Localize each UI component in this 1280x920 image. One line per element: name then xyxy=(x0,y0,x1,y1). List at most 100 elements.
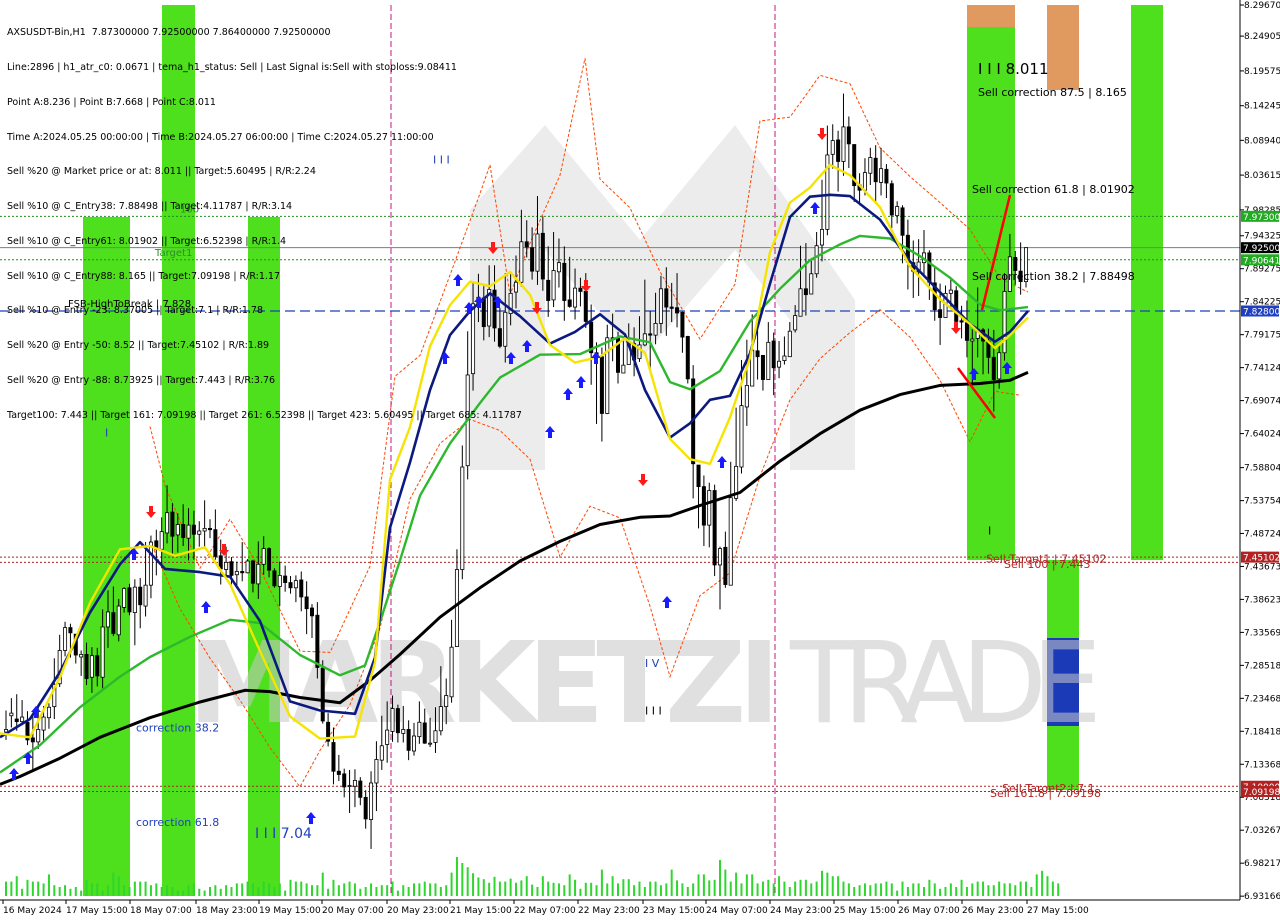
candle-body xyxy=(379,745,384,761)
candle-body xyxy=(267,548,272,571)
volume-bar xyxy=(15,876,18,896)
candle-body xyxy=(578,287,583,292)
candle-body xyxy=(658,288,663,324)
candle-body xyxy=(175,524,180,536)
time-tick-label: 27 May 15:00 xyxy=(1027,906,1089,916)
volume-bar xyxy=(880,883,883,896)
price-tick-label: 7.38623 xyxy=(1244,595,1280,605)
candle-body xyxy=(755,350,760,358)
candle-body xyxy=(787,330,792,358)
candle-body xyxy=(991,356,996,380)
candle-body xyxy=(777,360,782,368)
volume-bar xyxy=(692,883,695,896)
info-line: Point A:8.236 | Point B:7.668 | Point C:… xyxy=(7,96,216,108)
volume-bar xyxy=(515,882,517,896)
time-tick-label: 26 May 23:00 xyxy=(962,906,1024,916)
candle-body xyxy=(846,126,851,145)
candle-body xyxy=(954,290,959,322)
volume-bar xyxy=(772,883,775,896)
price-tick-label: 8.03615 xyxy=(1244,171,1280,181)
candle-body xyxy=(803,288,808,296)
volume-bar xyxy=(525,876,528,896)
candle-body xyxy=(9,712,14,717)
volume-bar xyxy=(778,876,781,896)
price-tick-label: 7.18418 xyxy=(1244,727,1280,737)
volume-bar xyxy=(284,890,287,896)
candle-body xyxy=(675,307,680,314)
volume-bar xyxy=(47,874,50,896)
candle-body xyxy=(417,721,422,738)
volume-bar xyxy=(305,883,308,896)
green-zone xyxy=(1131,5,1163,560)
time-tick-label: 24 May 07:00 xyxy=(706,906,768,916)
volume-bar xyxy=(901,881,904,896)
candle-body xyxy=(766,341,771,380)
candle-body xyxy=(642,333,647,346)
orange-zone xyxy=(1047,5,1079,90)
candle-body xyxy=(707,490,712,526)
volume-bar xyxy=(611,876,614,896)
price-tick-label: 8.14245 xyxy=(1244,102,1280,112)
volume-bar xyxy=(1035,874,1038,896)
volume-bar xyxy=(1003,883,1006,896)
volume-bar xyxy=(649,881,652,896)
volume-bar xyxy=(863,883,866,896)
candle-body xyxy=(95,655,100,677)
candle-body xyxy=(696,464,701,488)
candle-body xyxy=(315,614,320,668)
price-label-text: 7.82800 xyxy=(1243,307,1280,317)
candle-body xyxy=(449,646,454,698)
volume-bar xyxy=(107,885,109,896)
volume-bar xyxy=(890,883,893,896)
volume-bar xyxy=(139,881,142,896)
candle-body xyxy=(718,548,723,566)
price-tick-label: 7.53754 xyxy=(1244,497,1280,507)
info-line: Sell %10 @ C_Entry61: 8.01902 || Target:… xyxy=(7,235,287,247)
volume-bar xyxy=(278,883,281,896)
volume-bar xyxy=(85,879,88,896)
candle-body xyxy=(959,320,964,323)
candle-body xyxy=(395,708,400,734)
price-tick-label: 8.19575 xyxy=(1244,67,1280,77)
volume-bar xyxy=(112,872,115,896)
time-tick-label: 20 May 07:00 xyxy=(322,906,384,916)
volume-bar xyxy=(439,887,442,896)
candle-body xyxy=(352,779,357,787)
time-tick-label: 22 May 23:00 xyxy=(578,906,640,916)
volume-bar xyxy=(166,885,169,896)
volume-bar xyxy=(407,887,410,896)
volume-bar xyxy=(192,883,195,896)
volume-bar xyxy=(826,872,829,896)
candle-body xyxy=(798,288,803,317)
candle-body xyxy=(460,466,465,570)
volume-bar xyxy=(353,883,356,896)
candle-body xyxy=(385,729,390,745)
volume-bar xyxy=(982,881,985,896)
candle-body xyxy=(889,183,894,216)
volume-bar xyxy=(579,888,582,896)
volume-bar xyxy=(702,874,705,896)
volume-bar xyxy=(670,869,673,896)
candle-body xyxy=(250,560,255,584)
time-tick-label: 23 May 15:00 xyxy=(643,906,705,916)
candle-body xyxy=(411,735,416,752)
candle-body xyxy=(138,586,143,606)
price-tick-label: 8.08940 xyxy=(1244,136,1280,146)
volume-bar xyxy=(80,890,83,896)
info-line: Sell %10 @ C_Entry88: 8.165 || Target:7.… xyxy=(7,270,281,282)
candle-body xyxy=(406,729,411,751)
candle-body xyxy=(820,228,825,246)
candle-body xyxy=(836,139,841,162)
volume-bar xyxy=(504,881,507,896)
candle-body xyxy=(79,653,84,658)
volume-bar xyxy=(933,883,936,896)
volume-bar xyxy=(37,881,40,896)
volume-bar xyxy=(643,887,646,896)
candle-body xyxy=(369,782,374,820)
candle-body xyxy=(970,338,975,342)
candle-body xyxy=(401,729,406,734)
candle-body xyxy=(685,336,690,380)
info-line: Sell %20 @ Entry -88: 8.73925 || Target:… xyxy=(7,375,276,386)
volume-bar xyxy=(756,883,759,896)
candle-body xyxy=(358,780,363,798)
